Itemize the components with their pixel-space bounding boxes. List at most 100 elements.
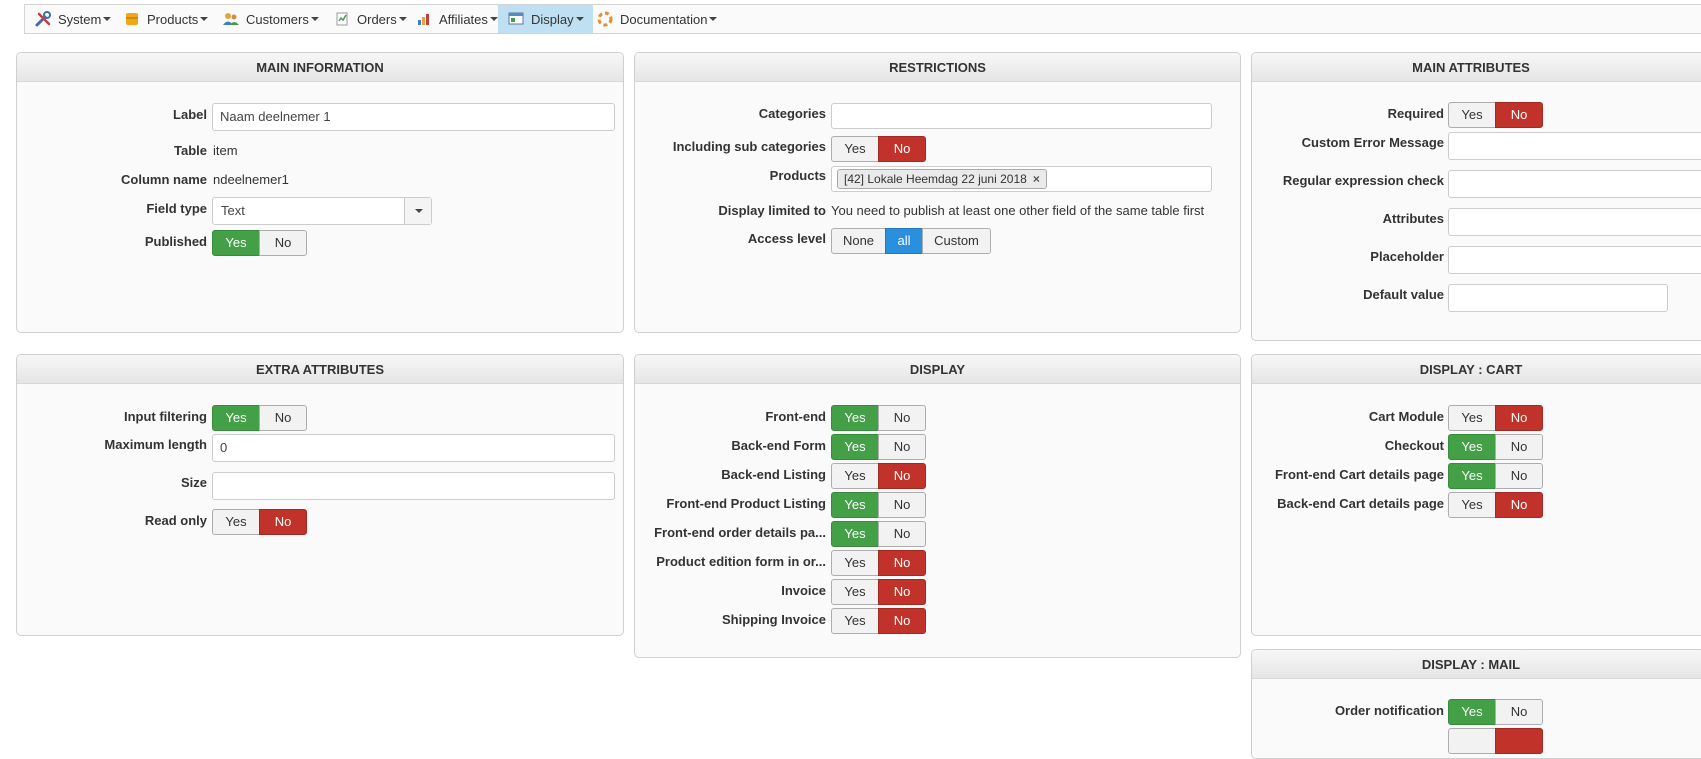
yes-button[interactable]: Yes — [831, 463, 879, 489]
restrictions-panel: RESTRICTIONS Categories Including sub ca… — [634, 52, 1241, 333]
maximum-length-input[interactable]: 0 — [212, 434, 615, 462]
input-filtering-no-button[interactable]: No — [259, 405, 307, 431]
no-button[interactable]: No — [878, 492, 926, 518]
no-button[interactable]: No — [1495, 492, 1543, 518]
input-filtering-yes-button[interactable]: Yes — [212, 405, 260, 431]
order-notification-label: Order notification — [1334, 703, 1444, 718]
display-row-toggle: Yes No — [831, 550, 926, 576]
cart-row-label: Cart Module — [1368, 409, 1444, 424]
no-button[interactable]: No — [878, 579, 926, 605]
panel-title: DISPLAY — [635, 355, 1240, 384]
yes-button[interactable]: Yes — [831, 434, 879, 460]
no-button[interactable]: No — [878, 521, 926, 547]
no-button[interactable]: No — [878, 463, 926, 489]
attributes-label: Attributes — [1382, 211, 1444, 226]
menu-products[interactable]: Products — [114, 5, 217, 33]
affiliates-icon — [415, 11, 433, 27]
categories-input[interactable] — [831, 103, 1212, 129]
yes-button[interactable]: Yes — [1448, 405, 1496, 431]
menu-display[interactable]: Display — [498, 5, 593, 33]
menu-system[interactable]: System — [25, 5, 120, 33]
yes-button[interactable]: Yes — [831, 405, 879, 431]
order-notification-yes-button[interactable]: Yes — [1448, 699, 1496, 725]
access-none-button[interactable]: None — [831, 228, 886, 254]
yes-button[interactable]: Yes — [1448, 463, 1496, 489]
no-button[interactable] — [1495, 728, 1543, 754]
categories-label: Categories — [758, 106, 826, 121]
cart-row-toggle: Yes No — [1448, 463, 1543, 489]
panel-title: MAIN INFORMATION — [17, 53, 623, 82]
yes-button[interactable]: Yes — [831, 550, 879, 576]
sub-categories-toggle: Yes No — [831, 136, 926, 162]
required-yes-button[interactable]: Yes — [1448, 102, 1496, 128]
published-yes-button[interactable]: Yes — [212, 230, 260, 256]
menu-affiliates[interactable]: Affiliates — [406, 5, 507, 33]
sub-categories-yes-button[interactable]: Yes — [831, 136, 879, 162]
required-no-button[interactable]: No — [1495, 102, 1543, 128]
yes-button[interactable]: Yes — [831, 579, 879, 605]
chevron-down-icon — [709, 17, 718, 21]
chevron-down-icon — [200, 17, 209, 21]
field-type-select[interactable]: Text — [212, 197, 432, 225]
no-button[interactable]: No — [1495, 434, 1543, 460]
display-row-label: Front-end order details pa... — [654, 525, 826, 540]
chevron-down-icon — [575, 17, 584, 21]
read-only-no-button[interactable]: No — [259, 509, 307, 535]
label-input[interactable]: Naam deelnemer 1 — [212, 103, 615, 131]
no-button[interactable]: No — [1495, 405, 1543, 431]
no-button[interactable]: No — [1495, 463, 1543, 489]
menu-customers-label: Customers — [246, 11, 309, 27]
no-button[interactable]: No — [878, 608, 926, 634]
yes-button[interactable]: Yes — [831, 492, 879, 518]
no-button[interactable]: No — [878, 405, 926, 431]
input-filtering-toggle: Yes No — [212, 405, 307, 431]
access-all-button[interactable]: all — [885, 228, 923, 254]
published-no-button[interactable]: No — [259, 230, 307, 256]
panel-title: DISPLAY : CART — [1252, 355, 1701, 384]
sub-categories-no-button[interactable]: No — [878, 136, 926, 162]
orders-icon — [333, 11, 351, 27]
order-notification-no-button[interactable]: No — [1495, 699, 1543, 725]
input-filtering-label: Input filtering — [123, 409, 207, 424]
chevron-down-icon — [310, 17, 319, 21]
display-row-toggle: Yes No — [831, 492, 926, 518]
chevron-down-icon — [489, 17, 498, 21]
size-input[interactable] — [212, 472, 615, 500]
yes-button[interactable]: Yes — [1448, 492, 1496, 518]
display-row-toggle: Yes No — [831, 405, 926, 431]
menu-customers[interactable]: Customers — [213, 5, 328, 33]
panel-title: DISPLAY : MAIL — [1252, 650, 1701, 679]
menu-documentation[interactable]: Documentation — [587, 5, 726, 33]
yes-button[interactable]: Yes — [1448, 434, 1496, 460]
default-value-input[interactable] — [1448, 284, 1668, 312]
display-row-label: Shipping Invoice — [721, 612, 826, 627]
close-icon[interactable]: × — [1033, 172, 1040, 186]
next-row-toggle — [1448, 728, 1543, 754]
published-label: Published — [144, 234, 207, 249]
no-button[interactable]: No — [878, 550, 926, 576]
yes-button[interactable] — [1448, 728, 1496, 754]
attributes-input[interactable] — [1448, 208, 1701, 236]
display-row-label: Back-end Listing — [721, 467, 826, 482]
placeholder-input[interactable] — [1448, 246, 1701, 274]
main-attributes-panel: MAIN ATTRIBUTES Required Yes No Custom E… — [1251, 52, 1701, 341]
read-only-yes-button[interactable]: Yes — [212, 509, 260, 535]
extra-attributes-panel: EXTRA ATTRIBUTES Input filtering Yes No … — [16, 354, 624, 636]
menu-orders[interactable]: Orders — [324, 5, 416, 33]
menu-display-label: Display — [531, 11, 574, 27]
display-row-label: Front-end Product Listing — [666, 496, 826, 511]
access-custom-button[interactable]: Custom — [922, 228, 991, 254]
products-icon — [123, 11, 141, 27]
field-type-value: Text — [221, 203, 245, 218]
cart-row-label: Front-end Cart details page — [1274, 467, 1444, 482]
read-only-toggle: Yes No — [212, 509, 307, 535]
no-button[interactable]: No — [878, 434, 926, 460]
label-field-label: Label — [173, 107, 207, 122]
regex-input[interactable] — [1448, 170, 1701, 198]
yes-button[interactable]: Yes — [831, 521, 879, 547]
products-label: Products — [769, 168, 826, 183]
custom-error-input[interactable] — [1448, 132, 1701, 160]
chevron-down-icon — [404, 198, 431, 224]
yes-button[interactable]: Yes — [831, 608, 879, 634]
order-notification-toggle: Yes No — [1448, 699, 1543, 725]
